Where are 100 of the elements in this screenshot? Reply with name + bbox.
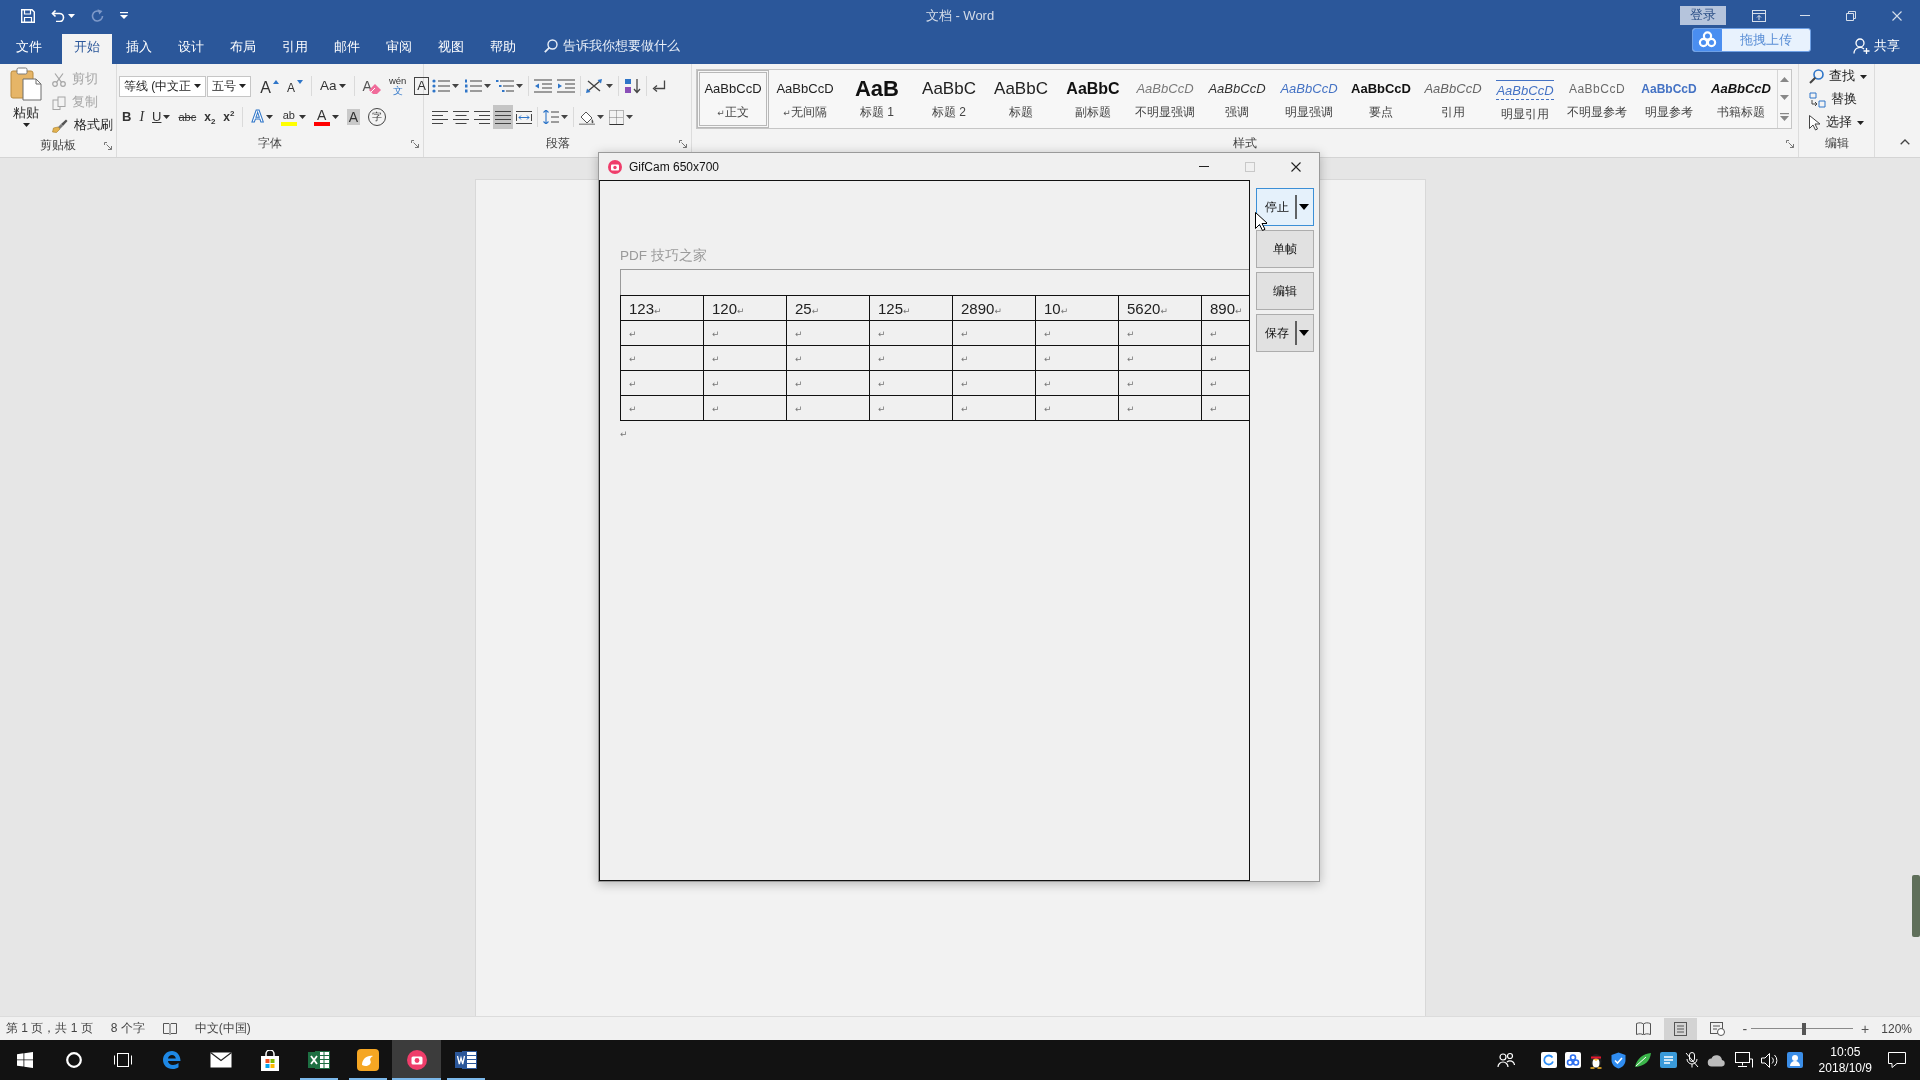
style-option[interactable]: AaBbCcD ↵无间隔 xyxy=(769,70,841,128)
chevron-up-icon[interactable] xyxy=(1900,139,1910,145)
network-icon[interactable] xyxy=(1734,1052,1753,1068)
share-button[interactable]: 共享 xyxy=(1853,31,1900,61)
print-view-button[interactable] xyxy=(1664,1017,1698,1040)
style-option[interactable]: AaBbCcD 明显强调 xyxy=(1273,70,1345,128)
copy-icon xyxy=(52,95,66,110)
single-frame-button[interactable]: 单帧 xyxy=(1256,230,1314,268)
dialog-launcher-icon[interactable] xyxy=(1786,139,1794,148)
stop-button[interactable]: 停止 xyxy=(1256,188,1314,226)
menu-tab[interactable]: 邮件 xyxy=(322,34,372,64)
people-icon[interactable] xyxy=(1496,1052,1515,1068)
table-cell: 10↵ xyxy=(1035,295,1119,321)
save-button[interactable]: 保存 xyxy=(1256,314,1314,352)
sync-icon[interactable] xyxy=(1540,1052,1557,1068)
phonetic-guide-button[interactable]: wén 文 xyxy=(385,75,410,97)
cloud-icon[interactable] xyxy=(1706,1053,1727,1067)
change-case-button[interactable]: Aa xyxy=(317,75,349,97)
style-option[interactable]: AaBbCcD 不明显强调 xyxy=(1129,70,1201,128)
microphone-icon[interactable] xyxy=(1684,1052,1699,1068)
expand-icon[interactable] xyxy=(1780,113,1789,122)
font-size-dropdown[interactable]: 五号 xyxy=(207,75,252,97)
slider-thumb[interactable] xyxy=(1802,1022,1807,1035)
language-indicator[interactable]: 中文(中国) xyxy=(194,1020,251,1037)
style-option[interactable]: AaBbCcD 引用 xyxy=(1417,70,1489,128)
menu-tab[interactable]: 设计 xyxy=(166,34,216,64)
style-option[interactable]: AaBbCcD 强调 xyxy=(1201,70,1273,128)
replace-button[interactable]: 替换 xyxy=(1809,88,1867,111)
menu-tab[interactable]: 审阅 xyxy=(374,34,424,64)
style-option[interactable]: AaBbCcD ↵正文 xyxy=(697,70,769,128)
dialog-launcher-icon[interactable] xyxy=(411,139,419,148)
edit-button[interactable]: 编辑 xyxy=(1256,272,1314,310)
rings-icon xyxy=(1693,29,1722,51)
page-count[interactable]: 第 1 页，共 1 页 xyxy=(6,1020,93,1037)
dialog-launcher-icon[interactable] xyxy=(679,139,687,148)
menu-tab[interactable]: 引用 xyxy=(270,34,320,64)
superscript-button[interactable]: x$^{2}$ xyxy=(220,106,238,128)
maximize-icon xyxy=(1245,161,1255,172)
table-cell: ↵ xyxy=(620,395,704,421)
style-option[interactable]: AaBbC 标题 2 xyxy=(913,70,985,128)
style-option[interactable]: AaBbCcD 明显参考 xyxy=(1633,70,1705,128)
style-option[interactable]: AaB 标题 1 xyxy=(841,70,913,128)
style-option[interactable]: AaBbCcD 明显引用 xyxy=(1489,70,1561,128)
scroll-down-icon[interactable] xyxy=(1780,95,1789,100)
rings-icon[interactable] xyxy=(1564,1052,1581,1068)
book-icon[interactable] xyxy=(162,1022,177,1035)
speech-bubble-icon[interactable] xyxy=(1888,1052,1906,1068)
style-option[interactable]: AaBbCcD 书籍标题 xyxy=(1705,70,1777,128)
zoom-level-button[interactable]: 120% xyxy=(1881,1021,1912,1036)
scrollbar-thumb[interactable] xyxy=(1912,875,1920,937)
scroll-up-icon[interactable] xyxy=(1780,76,1789,82)
style-option[interactable]: AaBbCcD 要点 xyxy=(1345,70,1417,128)
document-icon xyxy=(454,1050,477,1070)
justify-button[interactable] xyxy=(493,105,513,129)
character-border-button[interactable]: A xyxy=(411,75,432,97)
shield-icon[interactable] xyxy=(1610,1051,1626,1069)
font-name-dropdown[interactable]: 等线 (中文正 xyxy=(119,75,207,97)
contact-icon[interactable] xyxy=(1786,1052,1803,1068)
justify-icon xyxy=(495,110,511,124)
menu-tab[interactable]: 插入 xyxy=(114,34,164,64)
return-arrow-icon xyxy=(652,79,666,93)
underline-button[interactable]: U xyxy=(149,106,174,128)
select-button[interactable]: 选择 xyxy=(1809,111,1867,134)
table-cell: ↵ xyxy=(786,320,870,346)
menu-tab[interactable]: 帮助 xyxy=(478,34,528,64)
format-painter-button[interactable]: 格式刷 xyxy=(52,114,113,137)
clock-button[interactable]: 10:05 2018/10/9 xyxy=(1806,1040,1880,1080)
grow-font-button[interactable]: A xyxy=(257,76,282,96)
subscript-button[interactable]: x$_{2}$ xyxy=(201,106,219,128)
speaker-icon[interactable] xyxy=(1760,1052,1779,1068)
strikethrough-button[interactable]: abc xyxy=(175,106,200,128)
zoom-out-button[interactable]: - xyxy=(1742,1020,1748,1037)
bold-button[interactable]: B xyxy=(119,106,135,128)
group-label: 段落 xyxy=(545,135,570,152)
tell-me-field[interactable]: 告诉我你想要做什么 xyxy=(544,34,699,61)
list-tile-icon[interactable] xyxy=(1659,1052,1677,1068)
envelope-icon xyxy=(209,1052,232,1068)
leaf-icon[interactable] xyxy=(1633,1052,1652,1068)
menu-tab[interactable]: 文件 xyxy=(4,34,54,64)
font-color-button[interactable]: A xyxy=(310,106,342,128)
find-button[interactable]: 查找 xyxy=(1809,65,1867,88)
menu-tab[interactable]: 布局 xyxy=(218,34,268,64)
style-option[interactable]: AaBbC 副标题 xyxy=(1057,70,1129,128)
taskbar-app-button[interactable] xyxy=(392,1040,441,1080)
camera-icon xyxy=(608,159,622,174)
shrink-font-button[interactable]: A xyxy=(284,76,307,96)
zoom-in-button[interactable]: + xyxy=(1861,1020,1870,1037)
paste-button[interactable]: 粘贴 xyxy=(6,67,46,137)
spreadsheet-icon xyxy=(307,1050,330,1070)
highlight-button[interactable]: ab xyxy=(277,106,309,128)
word-count[interactable]: 8 个字 xyxy=(110,1020,145,1037)
style-option[interactable]: AaBbC 标题 xyxy=(985,70,1057,128)
dialog-launcher-icon[interactable] xyxy=(104,141,112,150)
penguin-icon[interactable] xyxy=(1588,1051,1603,1069)
menu-tab[interactable]: 视图 xyxy=(426,34,476,64)
menu-tab[interactable]: 开始 xyxy=(62,34,112,64)
caret-icon xyxy=(22,123,30,127)
sign-in-button[interactable]: 登录 xyxy=(1680,6,1726,25)
style-option[interactable]: AaBbCcD 不明显参考 xyxy=(1561,70,1633,128)
italic-button[interactable]: I xyxy=(136,106,148,128)
